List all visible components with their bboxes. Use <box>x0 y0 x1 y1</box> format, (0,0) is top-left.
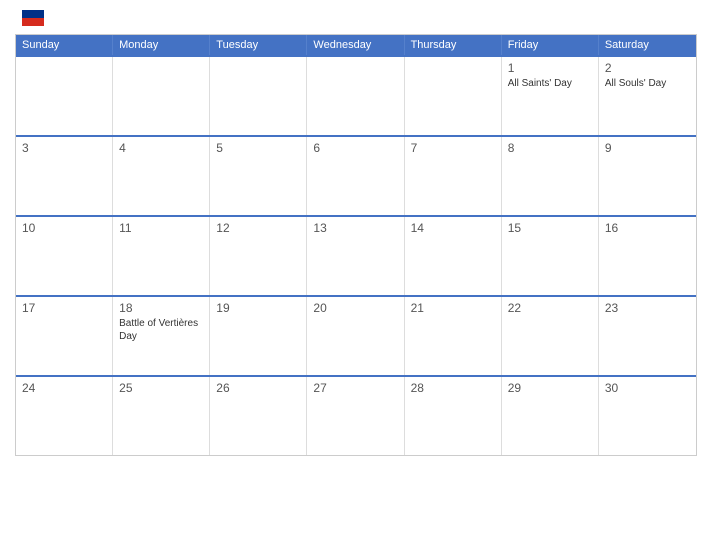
flag-bottom <box>22 18 44 26</box>
day-number: 21 <box>411 301 495 315</box>
calendar-cell: 7 <box>405 137 502 215</box>
calendar-header: SundayMondayTuesdayWednesdayThursdayFrid… <box>16 35 696 55</box>
calendar-cell: 27 <box>307 377 404 455</box>
weekday-header-sunday: Sunday <box>16 35 113 55</box>
day-number: 9 <box>605 141 690 155</box>
day-number: 30 <box>605 381 690 395</box>
day-number: 25 <box>119 381 203 395</box>
calendar-body: 1All Saints' Day2All Souls' Day345678910… <box>16 55 696 455</box>
calendar-week-2: 3456789 <box>16 135 696 215</box>
day-number: 12 <box>216 221 300 235</box>
day-number: 27 <box>313 381 397 395</box>
calendar-cell: 10 <box>16 217 113 295</box>
holiday-label: All Souls' Day <box>605 77 690 90</box>
day-number: 20 <box>313 301 397 315</box>
day-number: 11 <box>119 221 203 235</box>
day-number: 3 <box>22 141 106 155</box>
calendar-cell: 17 <box>16 297 113 375</box>
day-number: 7 <box>411 141 495 155</box>
calendar-cell <box>113 57 210 135</box>
day-number: 17 <box>22 301 106 315</box>
calendar-cell: 9 <box>599 137 696 215</box>
calendar-week-4: 17 18 Battle of Vertières Day 19 20 21 22 23 <box>16 295 696 375</box>
weekday-header-saturday: Saturday <box>599 35 696 55</box>
day-number: 8 <box>508 141 592 155</box>
calendar-cell: 29 <box>502 377 599 455</box>
calendar-cell: 23 <box>599 297 696 375</box>
day-number: 22 <box>508 301 592 315</box>
calendar-cell <box>307 57 404 135</box>
holiday-label: Battle of Vertières Day <box>119 317 203 343</box>
calendar-cell: 20 <box>307 297 404 375</box>
calendar: SundayMondayTuesdayWednesdayThursdayFrid… <box>15 34 697 456</box>
day-number: 13 <box>313 221 397 235</box>
logo-flag <box>22 10 44 26</box>
calendar-week-1: 1 All Saints' Day 2 All Souls' Day <box>16 55 696 135</box>
calendar-cell: 14 <box>405 217 502 295</box>
calendar-cell: 21 <box>405 297 502 375</box>
calendar-cell: 13 <box>307 217 404 295</box>
calendar-cell: 18 Battle of Vertières Day <box>113 297 210 375</box>
logo <box>20 10 44 26</box>
calendar-cell <box>405 57 502 135</box>
calendar-cell: 1 All Saints' Day <box>502 57 599 135</box>
day-number: 16 <box>605 221 690 235</box>
calendar-cell: 28 <box>405 377 502 455</box>
calendar-cell: 19 <box>210 297 307 375</box>
weekday-header-wednesday: Wednesday <box>307 35 404 55</box>
header <box>15 10 697 26</box>
calendar-cell: 24 <box>16 377 113 455</box>
day-number: 1 <box>508 61 592 75</box>
flag-top <box>22 10 44 18</box>
weekday-header-friday: Friday <box>502 35 599 55</box>
calendar-cell: 4 <box>113 137 210 215</box>
calendar-cell: 16 <box>599 217 696 295</box>
day-number: 2 <box>605 61 690 75</box>
day-number: 24 <box>22 381 106 395</box>
day-number: 4 <box>119 141 203 155</box>
weekday-header-thursday: Thursday <box>405 35 502 55</box>
day-number: 6 <box>313 141 397 155</box>
day-number: 23 <box>605 301 690 315</box>
day-number: 28 <box>411 381 495 395</box>
calendar-cell: 15 <box>502 217 599 295</box>
calendar-cell: 22 <box>502 297 599 375</box>
day-number: 14 <box>411 221 495 235</box>
calendar-cell: 30 <box>599 377 696 455</box>
calendar-cell: 8 <box>502 137 599 215</box>
day-number: 18 <box>119 301 203 315</box>
day-number: 15 <box>508 221 592 235</box>
calendar-cell: 2 All Souls' Day <box>599 57 696 135</box>
day-number: 5 <box>216 141 300 155</box>
calendar-cell: 11 <box>113 217 210 295</box>
weekday-header-tuesday: Tuesday <box>210 35 307 55</box>
calendar-cell: 3 <box>16 137 113 215</box>
calendar-week-5: 24 25 26 27 28 29 30 <box>16 375 696 455</box>
calendar-cell: 25 <box>113 377 210 455</box>
page: SundayMondayTuesdayWednesdayThursdayFrid… <box>0 0 712 550</box>
day-number: 19 <box>216 301 300 315</box>
calendar-cell <box>16 57 113 135</box>
calendar-week-3: 10 11 12 13 14 15 16 <box>16 215 696 295</box>
calendar-cell <box>210 57 307 135</box>
holiday-label: All Saints' Day <box>508 77 592 90</box>
calendar-cell: 26 <box>210 377 307 455</box>
day-number: 10 <box>22 221 106 235</box>
calendar-cell: 6 <box>307 137 404 215</box>
calendar-cell: 5 <box>210 137 307 215</box>
day-number: 26 <box>216 381 300 395</box>
calendar-cell: 12 <box>210 217 307 295</box>
day-number: 29 <box>508 381 592 395</box>
weekday-header-monday: Monday <box>113 35 210 55</box>
